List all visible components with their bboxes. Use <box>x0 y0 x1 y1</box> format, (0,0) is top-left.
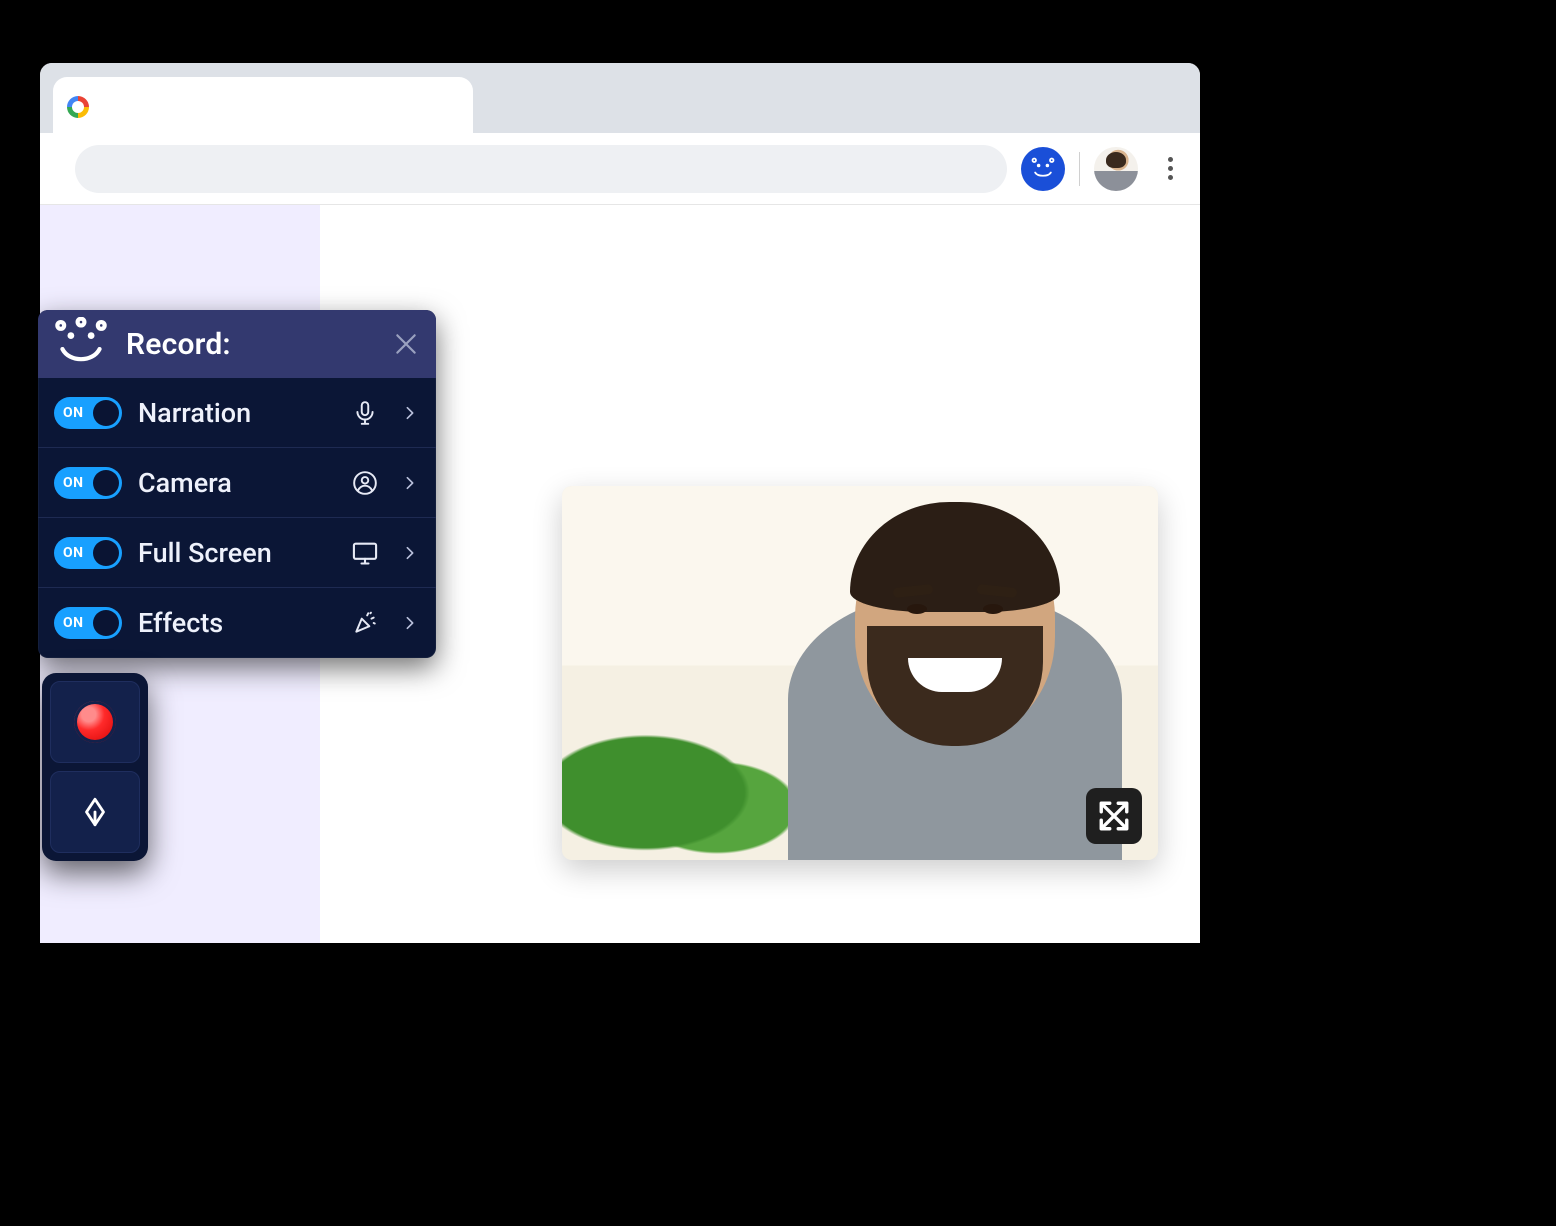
profile-avatar[interactable] <box>1094 147 1138 191</box>
expand-preview-button[interactable] <box>1086 788 1142 844</box>
record-row-fullscreen: ON Full Screen <box>38 518 436 588</box>
tab-strip <box>40 63 1200 133</box>
narration-label: Narration <box>138 397 334 429</box>
record-options-panel: Record: ON Narration ON Camera ON <box>38 310 436 658</box>
camera-more-button[interactable] <box>400 473 420 493</box>
fullscreen-more-button[interactable] <box>400 543 420 563</box>
toolbar-divider <box>1079 152 1080 186</box>
narration-more-button[interactable] <box>400 403 420 423</box>
confetti-icon <box>350 608 380 638</box>
browser-tab-active[interactable] <box>53 77 473 137</box>
narration-toggle[interactable]: ON <box>54 397 122 429</box>
fullscreen-toggle[interactable]: ON <box>54 537 122 569</box>
close-icon <box>393 331 419 357</box>
chrome-favicon-icon <box>67 96 89 118</box>
effects-more-button[interactable] <box>400 613 420 633</box>
brand-logo-icon <box>54 317 108 371</box>
camera-preview-person <box>788 508 1122 860</box>
expand-icon <box>1097 799 1131 833</box>
effects-toggle[interactable]: ON <box>54 607 122 639</box>
record-panel-title: Record: <box>126 327 231 362</box>
record-row-effects: ON Effects <box>38 588 436 658</box>
monitor-icon <box>350 538 380 568</box>
brand-face-icon <box>1029 155 1057 183</box>
close-button[interactable] <box>386 324 426 364</box>
effects-label: Effects <box>138 607 334 639</box>
pen-nib-icon <box>78 795 112 829</box>
record-dot-icon <box>74 701 116 743</box>
camera-label: Camera <box>138 467 334 499</box>
chevron-right-icon <box>402 545 418 561</box>
chevron-right-icon <box>402 475 418 491</box>
user-circle-icon <box>350 468 380 498</box>
record-row-camera: ON Camera <box>38 448 436 518</box>
screenpal-extension-icon[interactable] <box>1021 147 1065 191</box>
browser-menu-button[interactable] <box>1158 157 1182 180</box>
microphone-icon <box>350 398 380 428</box>
chevron-right-icon <box>402 405 418 421</box>
draw-tools-button[interactable] <box>50 771 140 853</box>
camera-preview[interactable] <box>562 486 1158 860</box>
fullscreen-label: Full Screen <box>138 537 334 569</box>
chevron-right-icon <box>402 615 418 631</box>
record-row-narration: ON Narration <box>38 378 436 448</box>
quick-controls-dock <box>42 673 148 861</box>
address-bar[interactable] <box>75 145 1007 193</box>
record-panel-header: Record: <box>38 310 436 378</box>
browser-toolbar <box>40 133 1200 205</box>
camera-toggle[interactable]: ON <box>54 467 122 499</box>
record-button[interactable] <box>50 681 140 763</box>
